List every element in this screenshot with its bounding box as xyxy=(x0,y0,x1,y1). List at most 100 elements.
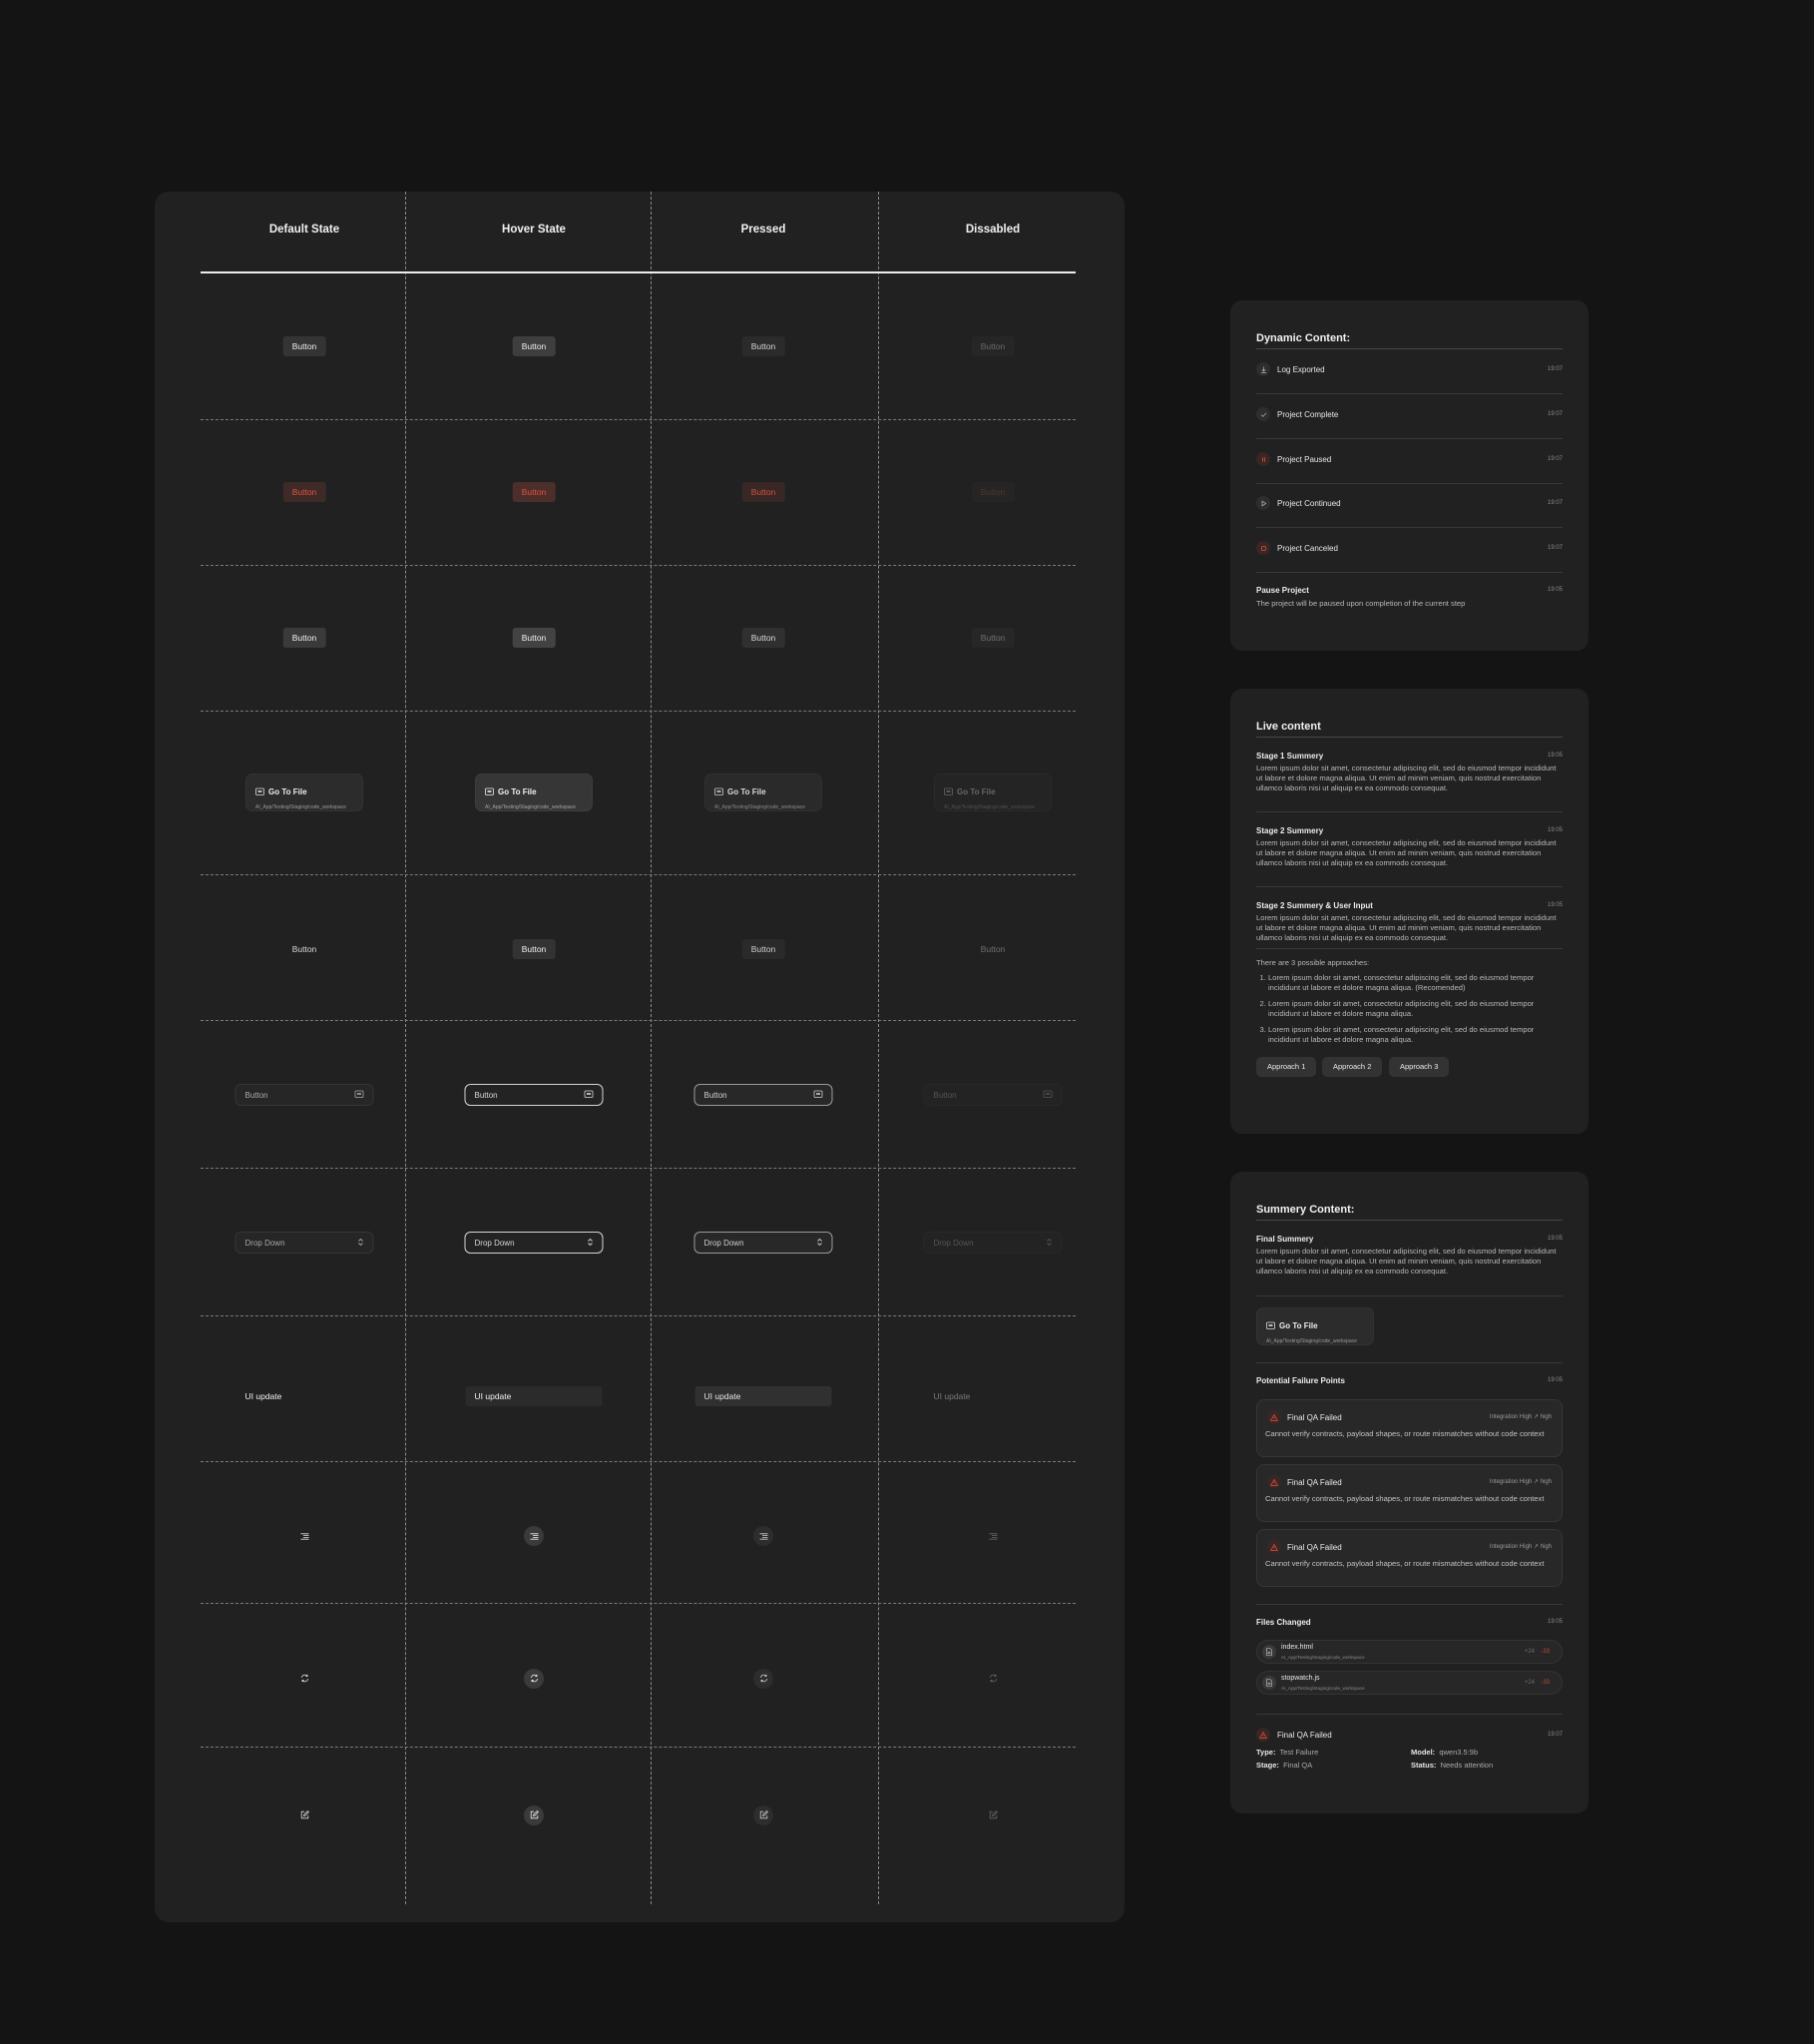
primary-button-default[interactable]: Button xyxy=(282,336,326,356)
card-divider xyxy=(1256,737,1563,738)
final-summary-time: 19:05 xyxy=(1547,1236,1563,1242)
row-divider xyxy=(1256,572,1563,573)
edit-button-hover[interactable] xyxy=(524,1805,544,1825)
danger-button-pressed[interactable]: Button xyxy=(741,482,785,502)
dropdown-pressed[interactable]: Drop Down xyxy=(693,1232,833,1254)
stage-time: 19:05 xyxy=(1547,902,1563,908)
file-input-pressed[interactable]: Button xyxy=(693,1084,833,1106)
file-path: AI_App/Testing/Staging/code_workspace xyxy=(1281,1686,1365,1691)
go-to-file-path: AI_App/Testing/Staging/code_workspace xyxy=(714,804,805,810)
go-to-file-button[interactable]: Go To File AI_App/Testing/Staging/code_w… xyxy=(1256,1307,1374,1345)
file-input-hover[interactable]: Button xyxy=(464,1084,604,1106)
event-label: Project Canceled xyxy=(1277,543,1338,553)
text-button-default[interactable]: Button xyxy=(283,939,326,959)
failure-title: Final QA Failed xyxy=(1287,1477,1342,1487)
list-item: Lorem ipsum dolor sit amet, consectetur … xyxy=(1268,999,1563,1019)
text-button-hover[interactable]: Button xyxy=(512,939,556,959)
approach-1-button[interactable]: Approach 1 xyxy=(1256,1057,1317,1077)
row-divider xyxy=(1256,483,1563,484)
row-divider xyxy=(1256,886,1563,887)
ui-update-item-default[interactable]: UI update xyxy=(236,1386,373,1406)
failure-title: Final QA Failed xyxy=(1287,1412,1342,1422)
go-to-file-pressed[interactable]: Go To File AI_App/Testing/Staging/code_w… xyxy=(704,773,822,811)
file-name: stopwatch.js xyxy=(1281,1675,1320,1682)
dropdown-default[interactable]: Drop Down xyxy=(234,1232,374,1254)
dropdown-hover[interactable]: Drop Down xyxy=(464,1232,604,1254)
dropdown-disabled: Drop Down xyxy=(923,1232,1063,1254)
danger-button-default[interactable]: Button xyxy=(282,482,326,502)
refresh-button-default[interactable] xyxy=(294,1669,314,1689)
secondary-button-hover[interactable]: Button xyxy=(512,628,556,648)
event-time: 19:07 xyxy=(1547,456,1563,462)
refresh-button-disabled xyxy=(983,1669,1003,1689)
final-summary-title: Final Summery xyxy=(1256,1235,1314,1244)
go-to-file-default[interactable]: Go To File AI_App/Testing/Staging/code_w… xyxy=(245,773,363,811)
edit-icon xyxy=(759,1806,768,1824)
primary-button-hover[interactable]: Button xyxy=(512,336,556,356)
row-divider xyxy=(201,874,1076,875)
pause-project-time: 19:05 xyxy=(1547,587,1563,593)
failure-tag: Integration High ↗ high xyxy=(1490,1413,1552,1420)
approach-3-button[interactable]: Approach 3 xyxy=(1389,1057,1450,1077)
folder-icon xyxy=(1043,1090,1053,1100)
dropdown-label: Drop Down xyxy=(703,1238,744,1248)
approach-2-button[interactable]: Approach 2 xyxy=(1322,1057,1383,1077)
list-icon xyxy=(530,1527,539,1545)
row-divider xyxy=(1256,1295,1563,1296)
edit-icon xyxy=(300,1806,309,1824)
meta-label: Stage: xyxy=(1256,1761,1279,1770)
secondary-button-pressed[interactable]: Button xyxy=(741,628,785,648)
failure-point-card[interactable]: Final QA Failed Integration High ↗ high … xyxy=(1256,1464,1563,1522)
lines-removed: -33 xyxy=(1541,1649,1550,1655)
stage-title: Stage 1 Summery xyxy=(1256,752,1324,761)
edit-button-pressed[interactable] xyxy=(753,1805,773,1825)
secondary-button-disabled: Button xyxy=(971,628,1015,648)
meta-value: Final QA xyxy=(1283,1761,1313,1770)
failure-point-card[interactable]: Final QA Failed Integration High ↗ high … xyxy=(1256,1529,1563,1587)
failure-title: Final QA Failed xyxy=(1287,1542,1342,1552)
file-input-disabled: Button xyxy=(923,1084,1063,1106)
danger-button-disabled: Button xyxy=(971,482,1015,502)
refresh-button-pressed[interactable] xyxy=(753,1669,773,1689)
failure-category: Integration High xyxy=(1489,1544,1533,1550)
list-icon-button-pressed[interactable] xyxy=(753,1526,773,1546)
secondary-button-default[interactable]: Button xyxy=(282,628,326,648)
severity-icon: ↗ xyxy=(1533,1479,1539,1485)
go-to-file-path: AI_App/Testing/Staging/code_workspace xyxy=(1266,1338,1357,1344)
ui-update-item-hover[interactable]: UI update xyxy=(465,1386,603,1406)
ui-update-item-pressed[interactable]: UI update xyxy=(694,1386,832,1406)
failure-category: Integration High xyxy=(1489,1414,1533,1420)
row-divider xyxy=(201,1747,1076,1748)
refresh-icon xyxy=(300,1670,309,1688)
refresh-icon xyxy=(989,1670,998,1688)
danger-button-hover[interactable]: Button xyxy=(512,482,556,502)
file-input-default[interactable]: Button xyxy=(234,1084,374,1106)
event-project-canceled: Project Canceled xyxy=(1256,541,1338,555)
failure-point-card[interactable]: Final QA Failed Integration High ↗ high … xyxy=(1256,1399,1563,1457)
refresh-icon xyxy=(530,1670,539,1688)
file-icon xyxy=(1262,1645,1276,1659)
column-divider xyxy=(878,192,879,1904)
column-header-disabled: Dissabled xyxy=(965,224,1021,236)
event-label: Log Exported xyxy=(1277,364,1325,374)
failure-category: Integration High xyxy=(1489,1479,1533,1485)
chevron-up-down-icon xyxy=(817,1238,823,1249)
list-icon-button-hover[interactable] xyxy=(524,1526,544,1546)
go-to-file-hover[interactable]: Go To File AI_App/Testing/Staging/code_w… xyxy=(475,773,593,811)
changed-file-row[interactable]: stopwatch.js AI_App/Testing/Staging/code… xyxy=(1256,1671,1563,1695)
header-divider xyxy=(201,271,1076,273)
list-icon-button-default[interactable] xyxy=(294,1526,314,1546)
text-button-pressed[interactable]: Button xyxy=(741,939,785,959)
column-header-hover: Hover State xyxy=(502,224,566,236)
refresh-button-hover[interactable] xyxy=(524,1669,544,1689)
primary-button-pressed[interactable]: Button xyxy=(741,336,785,356)
final-summary-text: Lorem ipsum dolor sit amet, consectetur … xyxy=(1256,1247,1557,1276)
meta-value: Test Failure xyxy=(1279,1748,1319,1757)
event-time: 19:07 xyxy=(1547,500,1563,506)
column-header-pressed: Pressed xyxy=(740,224,786,236)
file-icon xyxy=(1262,1676,1276,1690)
approaches-intro: There are 3 possible approaches: xyxy=(1256,958,1370,967)
lines-added: +24 xyxy=(1524,1680,1535,1686)
changed-file-row[interactable]: index.html AI_App/Testing/Staging/code_w… xyxy=(1256,1640,1563,1664)
edit-button-default[interactable] xyxy=(294,1805,314,1825)
